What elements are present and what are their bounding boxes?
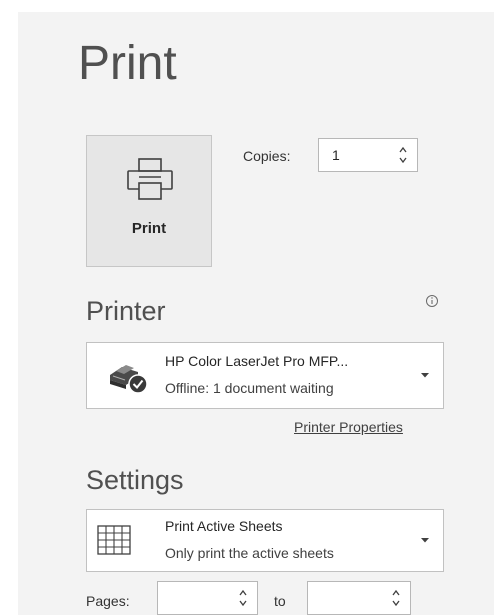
printer-section-header: Printer xyxy=(86,296,166,326)
pages-label: Pages: xyxy=(86,593,130,609)
spin-arrows-icon[interactable] xyxy=(237,587,249,609)
print-button-label: Print xyxy=(131,220,167,237)
pages-from-stepper[interactable] xyxy=(157,581,258,615)
printer-name: HP Color LaserJet Pro MFP... xyxy=(165,353,349,369)
chevron-down-icon xyxy=(421,538,429,543)
printer-status: Offline: 1 document waiting xyxy=(165,380,334,396)
spin-arrows-icon[interactable] xyxy=(397,144,409,166)
printer-icon xyxy=(127,158,173,200)
chevron-down-icon xyxy=(421,373,429,378)
pages-to-stepper[interactable] xyxy=(307,581,411,615)
print-scope-dropdown[interactable]: Print Active Sheets Only print the activ… xyxy=(86,509,444,572)
print-button[interactable]: Print xyxy=(86,135,212,267)
pages-to-label: to xyxy=(274,593,286,609)
printer-dropdown[interactable]: HP Color LaserJet Pro MFP... Offline: 1 … xyxy=(86,342,444,409)
print-scope-title: Print Active Sheets xyxy=(165,518,283,534)
spin-arrows-icon[interactable] xyxy=(390,587,402,609)
settings-section-header: Settings xyxy=(86,465,184,495)
printer-offline-icon xyxy=(110,365,148,394)
sheet-grid-icon xyxy=(97,525,131,555)
print-scope-description: Only print the active sheets xyxy=(165,545,334,561)
copies-stepper[interactable]: 1 xyxy=(318,138,418,172)
info-icon[interactable] xyxy=(425,294,439,308)
page-title: Print xyxy=(78,37,177,90)
printer-properties-link[interactable]: Printer Properties xyxy=(294,419,403,435)
copies-value: 1 xyxy=(332,147,340,163)
copies-label: Copies: xyxy=(243,148,291,164)
